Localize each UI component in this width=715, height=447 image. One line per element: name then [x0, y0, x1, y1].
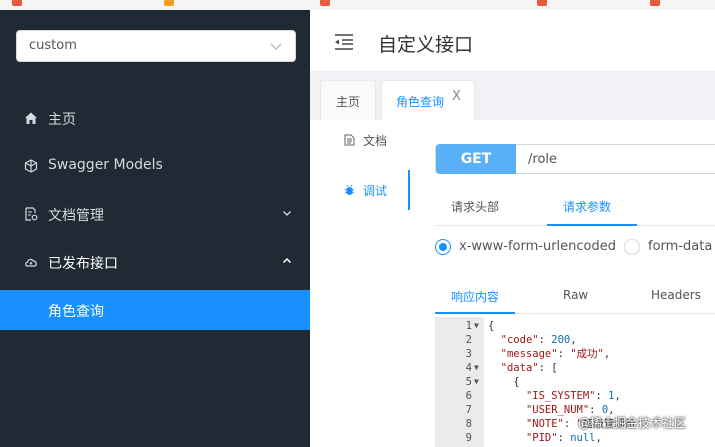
- tab-response-content[interactable]: 响应内容: [451, 288, 499, 305]
- menu-fold-icon[interactable]: [334, 34, 354, 50]
- tabs-bar: 主页 角色查询 X: [310, 72, 715, 120]
- request-url-bar: GET /role: [435, 144, 715, 174]
- fold-icon[interactable]: ▼: [474, 361, 479, 375]
- tab-role-query[interactable]: 角色查询 X: [381, 80, 475, 120]
- tab-label: 角色查询: [396, 95, 445, 109]
- chevron-down-icon: [270, 43, 282, 50]
- radio-form-data[interactable]: [624, 239, 640, 255]
- fold-icon[interactable]: ▼: [474, 319, 479, 333]
- body-type-group: x-www-form-urlencoded form-data: [435, 236, 715, 260]
- request-tabs: 请求头部 请求参数: [435, 186, 715, 226]
- sidebar-item-label: 主页: [48, 112, 76, 128]
- group-select-value: custom: [29, 38, 77, 53]
- code-line: 5 ▼ {: [465, 375, 520, 389]
- sidebar-item-label: 文档管理: [48, 208, 104, 224]
- bookmark-icon[interactable]: [164, 0, 174, 6]
- method-button[interactable]: GET: [436, 144, 516, 174]
- watermark: @稀土掘金技术社区: [578, 416, 687, 430]
- sidebar-item-label: 角色查询: [48, 304, 104, 320]
- url-input[interactable]: /role: [528, 152, 557, 167]
- sidebar-item-label: 已发布接口: [48, 256, 118, 272]
- cube-icon: [24, 159, 38, 173]
- tab-debug[interactable]: 调试: [310, 170, 410, 210]
- main-content: 文档 调试 GET /role 请求头部 请求参数 x-www-form-url…: [310, 120, 715, 447]
- code-line: 4 ▼ "data": [: [465, 361, 558, 375]
- sidebar-item-label: Swagger Models: [48, 157, 163, 173]
- close-icon[interactable]: X: [452, 90, 462, 103]
- side-tab-label: 文档: [363, 134, 388, 148]
- home-icon: [25, 112, 37, 124]
- doc-settings-icon: [25, 207, 38, 221]
- bookmark-icon[interactable]: [537, 0, 547, 6]
- tab-label: 主页: [336, 95, 361, 109]
- fold-icon[interactable]: ▼: [474, 375, 479, 389]
- cloud-icon: [25, 258, 37, 267]
- sidebar: custom 主页 Swagger Models 文档管理 已发布接口 角色查询: [0, 10, 310, 447]
- sidebar-item-home[interactable]: 主页: [0, 98, 310, 138]
- sidebar-item-doc-manage[interactable]: 文档管理: [0, 194, 310, 234]
- sidebar-item-published-api[interactable]: 已发布接口: [0, 242, 310, 282]
- tab-response-raw[interactable]: Raw: [563, 288, 588, 302]
- tab-home[interactable]: 主页: [320, 80, 376, 120]
- sidebar-subitem-role-query[interactable]: 角色查询: [0, 290, 310, 330]
- doc-debug-tabs: 文档 调试: [310, 120, 410, 447]
- response-tabs: 响应内容 Raw Headers: [435, 278, 715, 314]
- radio-urlencoded[interactable]: [435, 239, 451, 255]
- page-title: 自定义接口: [378, 34, 474, 56]
- bookmark-icon[interactable]: [650, 0, 660, 6]
- code-line: 3 "message": "成功",: [465, 348, 611, 360]
- tab-doc[interactable]: 文档: [310, 120, 410, 160]
- code-line: 6 "IS_SYSTEM": 1,: [465, 390, 621, 402]
- bookmark-bar: [0, 0, 715, 10]
- radio-label: x-www-form-urlencoded: [459, 239, 617, 254]
- radio-label: form-data: [648, 239, 713, 254]
- group-select[interactable]: custom: [16, 30, 296, 62]
- app-window: custom 主页 Swagger Models 文档管理 已发布接口 角色查询…: [0, 0, 715, 447]
- chevron-up-icon: [282, 257, 292, 264]
- top-header: 自定义接口: [310, 10, 715, 72]
- sidebar-item-swagger-models[interactable]: Swagger Models: [0, 146, 310, 186]
- tab-request-params[interactable]: 请求参数: [563, 198, 611, 215]
- active-tab-indicator: [435, 312, 515, 314]
- chevron-down-icon: [283, 211, 291, 216]
- active-tab-indicator: [547, 224, 637, 226]
- document-icon: [344, 134, 355, 146]
- bookmark-icon[interactable]: [12, 0, 22, 6]
- bookmark-icon[interactable]: [320, 0, 330, 6]
- tab-request-headers[interactable]: 请求头部: [451, 198, 499, 215]
- tab-response-headers[interactable]: Headers: [651, 288, 701, 302]
- code-line: 1 ▼ {: [465, 319, 495, 333]
- side-tab-label: 调试: [363, 184, 388, 198]
- code-line: 9 "PID": null,: [465, 432, 602, 444]
- code-line: 2 "code": 200,: [465, 334, 577, 346]
- bug-icon: [344, 184, 355, 195]
